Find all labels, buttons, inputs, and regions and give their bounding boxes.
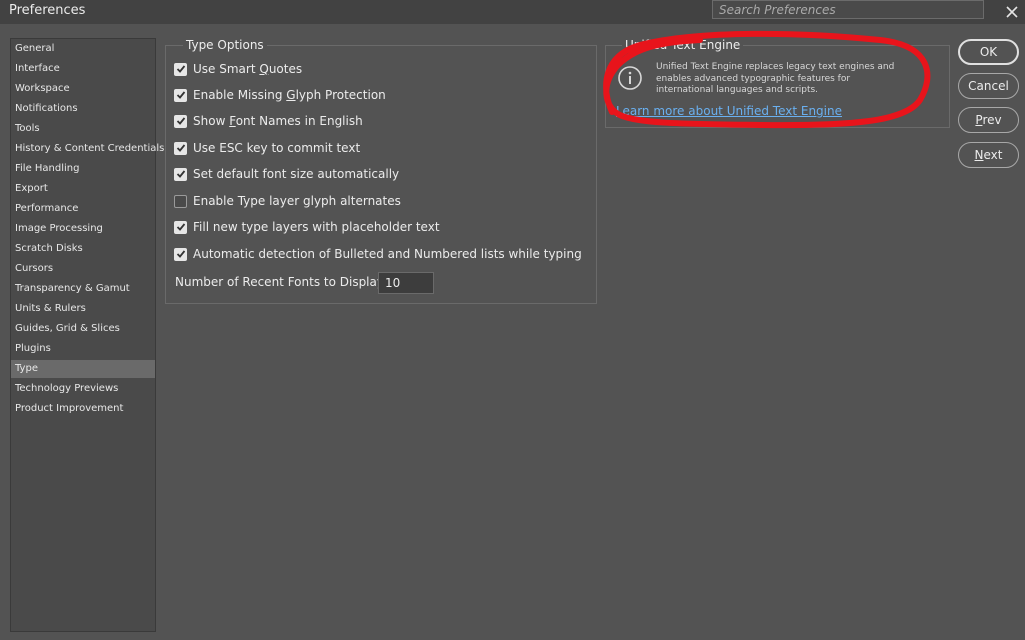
option-label: Enable Missing Glyph Protection [193,88,386,102]
option-label: Use ESC key to commit text [193,141,361,155]
checkbox-checked[interactable] [174,114,187,128]
sidebar-item-cursors[interactable]: Cursors [11,260,155,278]
prev-button[interactable]: Prev [958,107,1019,133]
sidebar-item-scratch-disks[interactable]: Scratch Disks [11,240,155,258]
checkmark-icon [176,91,185,99]
checkmark-icon [176,250,185,258]
option-label: Fill new type layers with placeholder te… [193,220,440,234]
preferences-sidebar: General Interface Workspace Notification… [10,38,164,632]
option-smart-quotes[interactable]: Use Smart Quotes [174,61,302,77]
sidebar-item-units[interactable]: Units & Rulers [11,300,155,318]
info-icon [618,66,642,90]
unified-text-engine-title: Unified Text Engine [622,38,744,52]
checkbox-checked[interactable] [174,88,187,102]
sidebar-item-image-processing[interactable]: Image Processing [11,220,155,238]
unified-text-engine-description: Unified Text Engine replaces legacy text… [656,62,895,95]
option-font-names-english[interactable]: Show Font Names in English [174,113,363,129]
sidebar-item-plugins[interactable]: Plugins [11,340,155,358]
sidebar-item-technology-previews[interactable]: Technology Previews [11,380,155,398]
option-label: Use Smart Quotes [193,62,303,76]
option-missing-glyph[interactable]: Enable Missing Glyph Protection [174,87,386,103]
option-label: Show Font Names in English [193,114,363,128]
checkbox-checked[interactable] [174,62,187,76]
sidebar-item-type[interactable]: Type [11,360,155,378]
sidebar-item-file-handling[interactable]: File Handling [11,160,155,178]
option-label: Automatic detection of Bulleted and Numb… [193,247,582,261]
sidebar-item-general[interactable]: General [11,40,155,58]
checkmark-icon [176,170,185,178]
dialog-title: Preferences [9,3,86,18]
close-button[interactable] [1000,0,1024,24]
search-input[interactable]: Search Preferences [712,0,984,19]
option-label: Enable Type layer glyph alternates [193,194,401,208]
option-auto-lists[interactable]: Automatic detection of Bulleted and Numb… [174,246,582,262]
sidebar-item-transparency[interactable]: Transparency & Gamut [11,280,155,298]
next-button[interactable]: Next [958,142,1019,168]
cancel-button[interactable]: Cancel [958,73,1019,99]
close-icon [1006,6,1018,18]
option-label: Set default font size automatically [193,167,400,181]
checkbox-checked[interactable] [174,247,187,261]
type-options-title: Type Options [183,38,267,52]
sidebar-item-notifications[interactable]: Notifications [11,100,155,118]
ok-button[interactable]: OK [958,39,1019,65]
option-placeholder-text[interactable]: Fill new type layers with placeholder te… [174,219,440,235]
sidebar-item-history[interactable]: History & Content Credentials [11,140,164,158]
checkbox-checked[interactable] [174,167,187,181]
checkmark-icon [176,144,185,152]
recent-fonts-input[interactable]: 10 [378,272,434,294]
option-default-font-size[interactable]: Set default font size automatically [174,166,399,182]
option-glyph-alternates[interactable]: Enable Type layer glyph alternates [174,193,401,209]
checkbox-unchecked[interactable] [174,194,187,208]
sidebar-item-tools[interactable]: Tools [11,120,155,138]
sidebar-item-guides[interactable]: Guides, Grid & Slices [11,320,155,338]
learn-more-link[interactable]: Learn more about Unified Text Engine [616,104,842,118]
sidebar-item-performance[interactable]: Performance [11,200,155,218]
checkbox-checked[interactable] [174,220,187,234]
sidebar-item-export[interactable]: Export [11,180,155,198]
sidebar-item-product-improvement[interactable]: Product Improvement [11,400,155,418]
checkbox-checked[interactable] [174,141,187,155]
checkmark-icon [176,117,185,125]
recent-fonts-label: Number of Recent Fonts to Display: [175,275,388,289]
checkmark-icon [176,65,185,73]
sidebar-item-workspace[interactable]: Workspace [11,80,155,98]
option-esc-commit[interactable]: Use ESC key to commit text [174,140,360,156]
sidebar-item-interface[interactable]: Interface [11,60,155,78]
checkmark-icon [176,223,185,231]
